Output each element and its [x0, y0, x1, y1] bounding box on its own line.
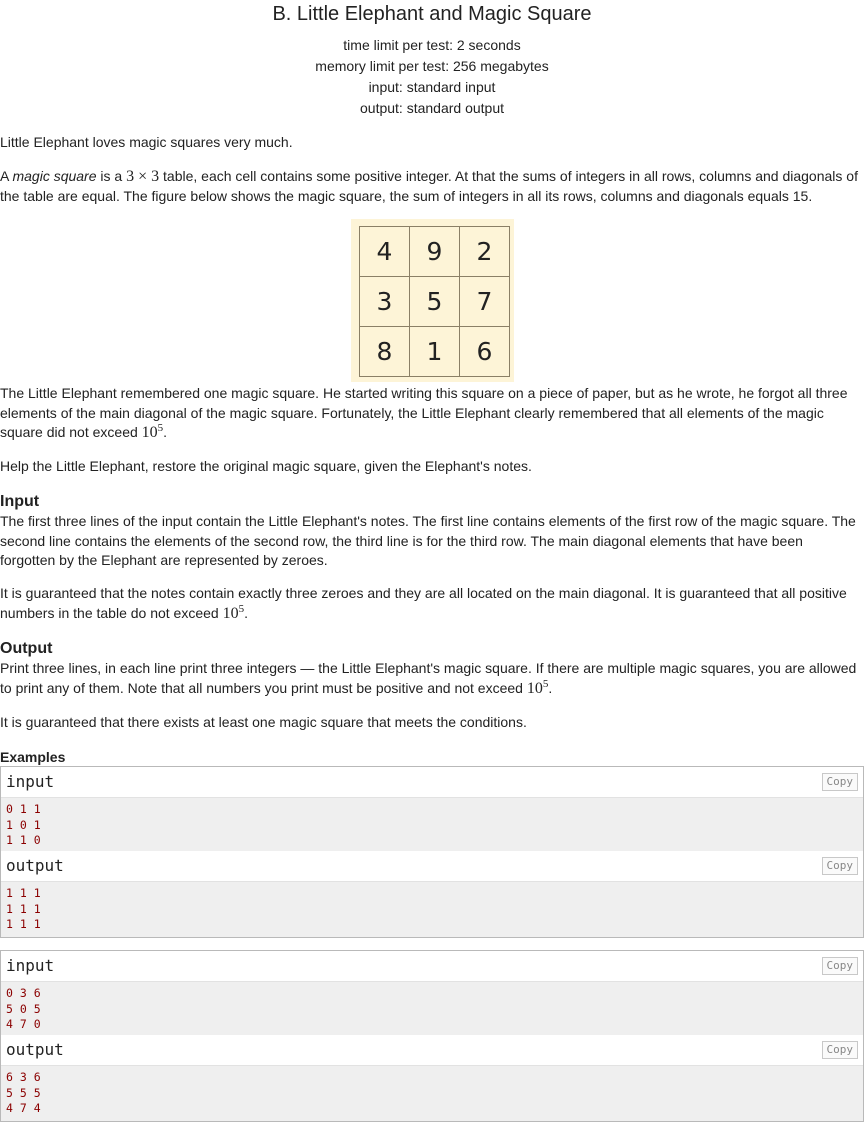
- output-section-title: Output: [0, 640, 53, 657]
- io-line: 4 7 4: [6, 1101, 41, 1116]
- output-paragraph-2: It is guaranteed that there exists at le…: [0, 714, 527, 730]
- example-1-input: input Copy 0 1 1 1 0 1 1 1 0: [0, 766, 864, 855]
- magic-square-cell: 7: [460, 277, 510, 327]
- example-1-output: output Copy 1 1 1 1 1 1 1 1 1: [0, 851, 864, 939]
- magic-square-cell: 5: [410, 277, 460, 327]
- io-line: 6 3 6: [6, 1070, 41, 1084]
- input-section-title: Input: [0, 493, 40, 510]
- io-line: 1 0 1: [6, 817, 41, 832]
- input-p2-text: It is guaranteed that the notes contain …: [0, 585, 847, 621]
- magic-square-cell: 4: [360, 227, 410, 277]
- input-section: Input The first three lines of the input…: [0, 492, 862, 571]
- copy-button[interactable]: Copy: [821, 1041, 858, 1059]
- io-line: 1 1 1: [6, 886, 41, 900]
- output-p1-end: .: [548, 679, 553, 696]
- example-2-input: input Copy 0 3 6 5 0 5 4 7 0: [0, 950, 864, 1039]
- io-line: 1 1 0: [6, 833, 41, 848]
- output-file: output: standard output: [360, 100, 504, 116]
- magic-square-cell: 6: [460, 327, 510, 377]
- input-p2-end: .: [244, 604, 248, 621]
- problem-header: B. Little Elephant and Magic Square time…: [0, 2, 864, 119]
- math-ten-power: 105: [222, 603, 245, 622]
- io-line: 5 5 5: [6, 1085, 41, 1100]
- magic-square-figure: 4 9 2 3 5 7 8 1 6: [351, 219, 514, 382]
- memory-limit: memory limit per test: 256 megabytes: [315, 58, 549, 74]
- time-limit: time limit per test: 2 seconds: [343, 37, 521, 53]
- copy-button[interactable]: Copy: [821, 773, 858, 791]
- problem-title: B. Little Elephant and Magic Square: [272, 3, 592, 25]
- io-line: 1 1 1: [6, 917, 41, 932]
- magic-square-cell: 3: [360, 277, 410, 327]
- output-label: output: [6, 1040, 64, 1059]
- example-io-body[interactable]: 0 1 1 1 0 1 1 1 0: [1, 798, 863, 854]
- io-line: 0 3 6: [6, 986, 41, 1000]
- example-io-header: output Copy: [1, 851, 863, 882]
- output-p1-text: Print three lines, in each line print th…: [0, 660, 857, 696]
- input-paragraph-1: The first three lines of the input conta…: [0, 513, 856, 568]
- magic-square-cell: 2: [460, 227, 510, 277]
- math-3x3: 3 × 3: [126, 168, 160, 185]
- example-io-header: input Copy: [1, 951, 863, 982]
- math-ten-power: 105: [526, 678, 549, 697]
- input-label: input: [6, 772, 55, 791]
- input-label: input: [6, 956, 55, 975]
- input-paragraph-2: It is guaranteed that the notes contain …: [0, 584, 862, 623]
- statement-paragraph-1: Little Elephant loves magic squares very…: [0, 134, 293, 150]
- examples-title: Examples: [0, 749, 66, 765]
- magic-square-cell: 9: [410, 227, 460, 277]
- example-io-header: output Copy: [1, 1035, 863, 1066]
- example-io-header: input Copy: [1, 767, 863, 798]
- p3-text: The Little Elephant remembered one magic…: [0, 385, 848, 440]
- copy-button[interactable]: Copy: [821, 857, 858, 875]
- magic-square-cell: 8: [360, 327, 410, 377]
- magic-square-cell: 1: [410, 327, 460, 377]
- example-io-body[interactable]: 6 3 6 5 5 5 4 7 4: [1, 1066, 863, 1122]
- io-line: 0 1 1: [6, 802, 41, 816]
- example-2-output: output Copy 6 3 6 5 5 5 4 7 4: [0, 1035, 864, 1122]
- input-file: input: standard input: [368, 79, 496, 95]
- output-paragraph-1: Print three lines, in each line print th…: [0, 659, 862, 698]
- example-io-body[interactable]: 0 3 6 5 0 5 4 7 0: [1, 982, 863, 1038]
- copy-button[interactable]: Copy: [821, 957, 858, 975]
- output-label: output: [6, 856, 64, 875]
- statement-paragraph-3: The Little Elephant remembered one magic…: [0, 384, 862, 443]
- statement-paragraph-2: A magic square is a 3 × 3 table, each ce…: [0, 167, 862, 206]
- statement-paragraph-4: Help the Little Elephant, restore the or…: [0, 458, 532, 474]
- math-ten-power: 105: [141, 423, 164, 442]
- io-line: 4 7 0: [6, 1017, 41, 1032]
- io-line: 1 1 1: [6, 901, 41, 916]
- math-base: 10: [222, 604, 239, 622]
- math-base: 10: [141, 424, 158, 441]
- output-section: Output Print three lines, in each line p…: [0, 639, 862, 698]
- magic-square-term: magic square: [12, 168, 97, 184]
- magic-square-grid: 4 9 2 3 5 7 8 1 6: [359, 226, 510, 377]
- io-line: 5 0 5: [6, 1001, 41, 1016]
- p2-text-a: A: [0, 168, 13, 184]
- example-io-body[interactable]: 1 1 1 1 1 1 1 1 1: [1, 882, 863, 938]
- p3-end: .: [163, 424, 168, 440]
- math-base: 10: [526, 679, 543, 697]
- p2-text-b: is a: [96, 168, 127, 184]
